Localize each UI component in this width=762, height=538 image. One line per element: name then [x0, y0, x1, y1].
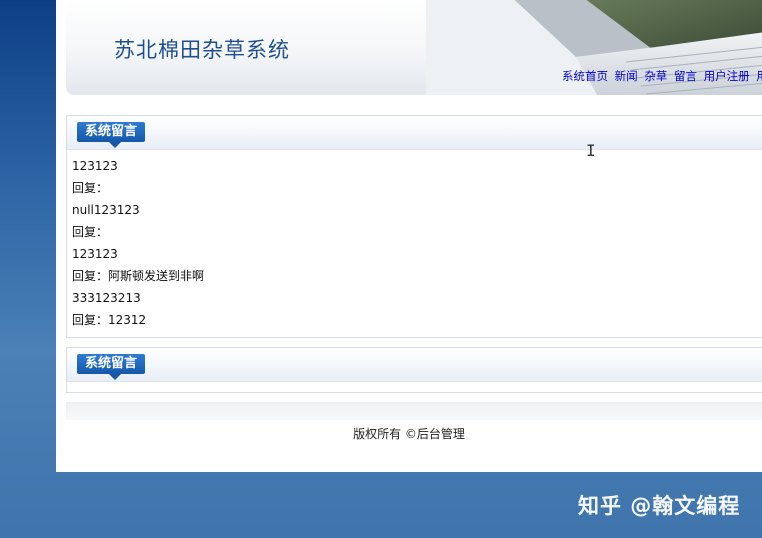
message-list: 123123 回复： null123123 回复： 123123 回复：阿斯顿发…	[67, 150, 762, 332]
messages-panel: 系统留言 123123 回复： null123123 回复： 123123 回复…	[66, 115, 762, 338]
top-nav: 系统首页 新闻 杂草 留言 用户注册 用	[562, 68, 762, 84]
nav-messages[interactable]: 留言	[674, 69, 697, 83]
nav-news[interactable]: 新闻	[615, 69, 638, 83]
message-reply: 回复：12312	[72, 313, 147, 327]
panel-header: 系统留言	[67, 116, 762, 150]
message-content: 123123	[72, 247, 118, 261]
header-banner: 苏北棉田杂草系统 系统首页 新闻 杂草 留言 用户注册 用	[66, 0, 762, 95]
nav-user-cut[interactable]: 用	[756, 69, 762, 83]
nav-register[interactable]: 用户注册	[704, 69, 750, 83]
text-cursor-icon: I	[586, 141, 596, 160]
message-content: null123123	[72, 203, 140, 217]
message-reply: 回复：	[72, 181, 109, 195]
panel-title: 系统留言	[77, 354, 146, 380]
site-title: 苏北棉田杂草系统	[114, 38, 290, 62]
message-reply: 回复：阿斯顿发送到非啊	[72, 269, 205, 283]
messages-panel-2: 系统留言	[66, 347, 762, 393]
watermark: 知乎 @翰文编程	[578, 494, 741, 518]
nav-home[interactable]: 系统首页	[562, 69, 608, 83]
message-content: 123123	[72, 159, 118, 173]
message-reply: 回复：	[72, 225, 109, 239]
footer-bar	[66, 402, 762, 420]
nav-weeds[interactable]: 杂草	[644, 69, 667, 83]
page-container: 苏北棉田杂草系统 系统首页 新闻 杂草 留言 用户注册 用 系统留言 12312…	[56, 0, 762, 472]
panel-title: 系统留言	[77, 122, 146, 148]
message-content: 333123213	[72, 291, 141, 305]
panel-header: 系统留言	[67, 348, 762, 382]
copyright-text: 版权所有 ©后台管理	[353, 427, 465, 441]
